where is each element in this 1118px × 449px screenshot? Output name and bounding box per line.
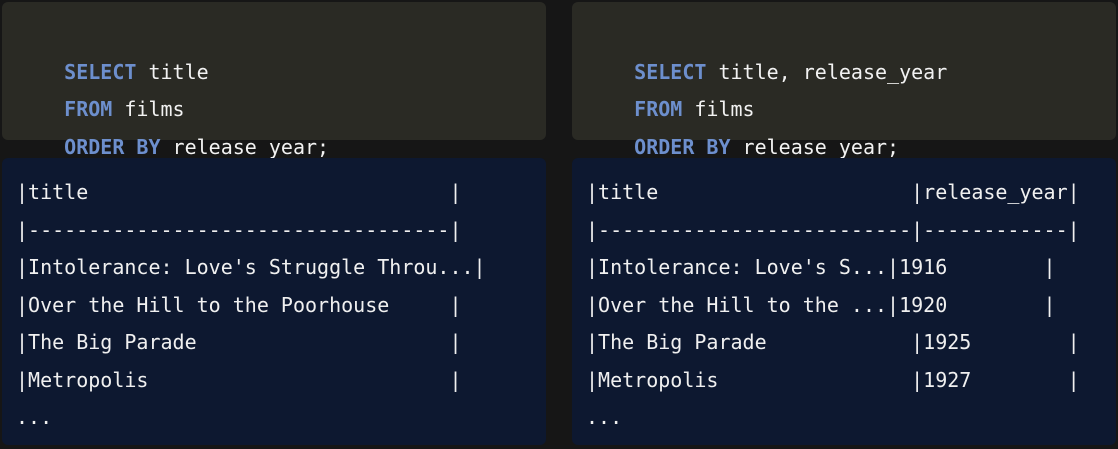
result-separator-row: |-----------------------------------| [16,217,462,242]
left-query-panel: SELECT title FROM films ORDER BY release… [2,2,546,159]
query-line-1: SELECT title [16,16,546,84]
result-row: |Over the Hill to the Poorhouse | [16,292,462,317]
result-separator-row: |--------------------------|------------… [586,217,1080,242]
sql-keyword-select: SELECT [634,59,707,84]
right-query-panel: SELECT title, release_year FROM films OR… [572,2,1116,159]
result-row: |The Big Parade |1925 | [586,330,1080,354]
query-line-1: SELECT title, release_year [586,16,1116,84]
query-text: title, release_year [706,59,948,84]
result-row: |Metropolis | [16,367,462,392]
result-ellipsis: ... [586,405,623,429]
sql-keyword-from: FROM [64,97,113,121]
left-result-panel: |title | |------------------------------… [2,158,546,445]
result-row: |Intolerance: Love's Struggle Throu...| [16,255,486,279]
sql-keyword-order-by: ORDER BY [634,134,731,159]
result-row: |The Big Parade | [16,330,462,354]
query-text: release_year; [730,134,900,159]
query-text: films [682,97,755,121]
result-row: |Metropolis |1927 | [586,367,1080,392]
result-ellipsis: ... [16,405,53,429]
result-header-row: |title |release_year| [586,180,1080,204]
result-row: |Intolerance: Love's S...|1916 | [586,255,1056,279]
query-text: films [112,97,185,121]
sql-keyword-order-by: ORDER BY [64,134,161,159]
sql-keyword-select: SELECT [64,59,137,84]
sql-keyword-from: FROM [634,97,683,121]
right-result-panel: |title |release_year| |-----------------… [572,158,1116,445]
result-header-row: |title | [16,180,462,204]
query-text: title [136,59,209,84]
query-text: release_year; [160,134,330,159]
result-row: |Over the Hill to the ...|1920 | [586,292,1056,317]
